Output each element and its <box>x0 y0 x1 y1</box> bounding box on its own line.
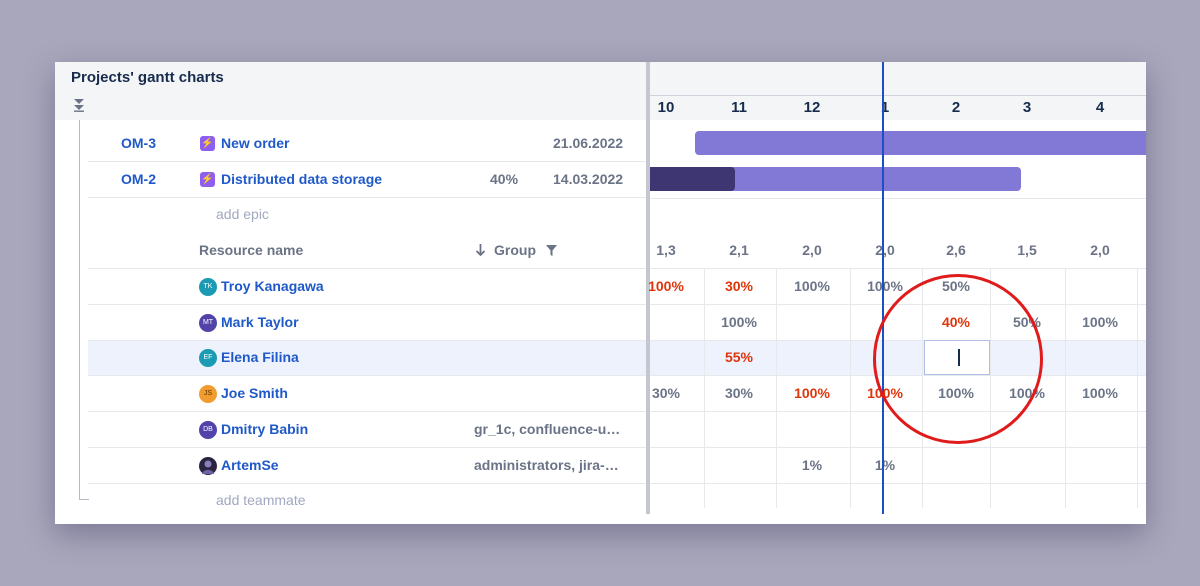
gantt-bar-progress <box>650 167 735 191</box>
epic-name[interactable]: Distributed data storage <box>221 171 382 187</box>
add-epic-button[interactable]: add epic <box>216 206 269 222</box>
avatar: DB <box>199 421 217 439</box>
epic-key[interactable]: OM-3 <box>121 135 156 151</box>
resource-header-row: Resource name Group <box>88 233 647 269</box>
load-cell[interactable]: 1% <box>782 457 842 473</box>
collapse-all-icon[interactable] <box>73 98 85 112</box>
epic-name[interactable]: New order <box>221 135 289 151</box>
epic-date: 14.03.2022 <box>553 171 624 187</box>
resource-group: gr_1c, confluence-u… <box>474 421 621 437</box>
epic-key[interactable]: OM-2 <box>121 171 156 187</box>
gantt-bar[interactable] <box>650 167 1021 191</box>
capacity-value: 1,3 <box>656 242 676 258</box>
timeline-day-label: 11 <box>731 99 747 116</box>
resource-row[interactable]: ArtemSe administrators, jira-… <box>88 448 647 484</box>
avatar: TK <box>199 278 217 296</box>
resource-name[interactable]: ArtemSe <box>221 457 279 473</box>
add-teammate-button[interactable]: add teammate <box>216 492 306 508</box>
epic-row[interactable]: OM-2 ⚡ Distributed data storage 40% 14.0… <box>88 162 647 198</box>
tree-line <box>79 120 80 500</box>
timeline-day-label: 4 <box>1095 99 1105 116</box>
resource-row[interactable]: DB Dmitry Babin gr_1c, confluence-u… <box>88 412 647 448</box>
grid-row-line <box>650 268 1146 269</box>
timeline-day-label: 12 <box>803 99 821 116</box>
timeline-day-label: 3 <box>1022 99 1032 116</box>
grid-row-line <box>650 483 1146 484</box>
today-marker <box>882 62 884 524</box>
epic-date: 21.06.2022 <box>553 135 624 151</box>
load-cell[interactable]: 1% <box>855 457 915 473</box>
resource-name[interactable]: Joe Smith <box>221 385 288 401</box>
timeline-header-divider <box>650 95 1146 96</box>
epic-row[interactable]: OM-3 ⚡ New order 21.06.2022 <box>88 126 647 162</box>
filter-icon[interactable] <box>545 244 558 257</box>
resource-row[interactable]: JS Joe Smith <box>88 376 647 412</box>
load-cell[interactable]: 100% <box>782 278 842 294</box>
load-cell[interactable]: 100% <box>782 385 842 401</box>
annotation-circle <box>873 274 1043 444</box>
group-header[interactable]: Group <box>494 242 536 258</box>
epic-bolt-icon: ⚡ <box>200 136 215 151</box>
load-cell[interactable]: 55% <box>709 349 769 365</box>
bottom-edge <box>55 514 1146 524</box>
resource-name-header[interactable]: Resource name <box>199 242 303 258</box>
grid-row-line <box>650 447 1146 448</box>
resource-row[interactable]: MT Mark Taylor <box>88 305 647 341</box>
load-cell[interactable]: 100% <box>636 278 696 294</box>
epic-bolt-icon: ⚡ <box>200 172 215 187</box>
resource-name[interactable]: Dmitry Babin <box>221 421 308 437</box>
resource-row[interactable]: TK Troy Kanagawa <box>88 269 647 305</box>
load-cell[interactable]: 30% <box>636 385 696 401</box>
panel-title: Projects' gantt charts <box>71 69 224 86</box>
resource-name[interactable]: Mark Taylor <box>221 314 299 330</box>
avatar-photo <box>199 457 217 475</box>
avatar: JS <box>199 385 217 403</box>
sort-down-icon[interactable] <box>475 243 486 257</box>
capacity-value: 2,1 <box>729 242 749 258</box>
timeline-day-label: 2 <box>951 99 961 116</box>
load-cell[interactable]: 30% <box>709 278 769 294</box>
load-cell[interactable]: 30% <box>709 385 769 401</box>
tree-line-end <box>79 499 89 500</box>
gantt-bar[interactable] <box>695 131 1146 155</box>
gantt-window: Projects' gantt charts OM-3 ⚡ New order … <box>55 62 1146 524</box>
load-cell[interactable]: 100% <box>709 314 769 330</box>
resource-row[interactable]: EF Elena Filina <box>88 340 647 376</box>
resource-group: administrators, jira-… <box>474 457 619 473</box>
load-cell[interactable]: 100% <box>1070 314 1130 330</box>
capacity-value: 2,0 <box>875 242 895 258</box>
capacity-value: 1,5 <box>1017 242 1037 258</box>
grid-row-line <box>650 198 1146 199</box>
avatar: EF <box>199 349 217 367</box>
capacity-value: 2,6 <box>946 242 966 258</box>
avatar: MT <box>199 314 217 332</box>
resource-name[interactable]: Elena Filina <box>221 349 299 365</box>
epic-progress: 40% <box>490 171 519 187</box>
timeline-day-label: 10 <box>657 99 675 116</box>
capacity-value: 2,0 <box>802 242 822 258</box>
timeline-day-label: 1 <box>880 99 890 116</box>
resource-name[interactable]: Troy Kanagawa <box>221 278 324 294</box>
capacity-value: 2,0 <box>1090 242 1110 258</box>
load-cell[interactable]: 100% <box>1070 385 1130 401</box>
